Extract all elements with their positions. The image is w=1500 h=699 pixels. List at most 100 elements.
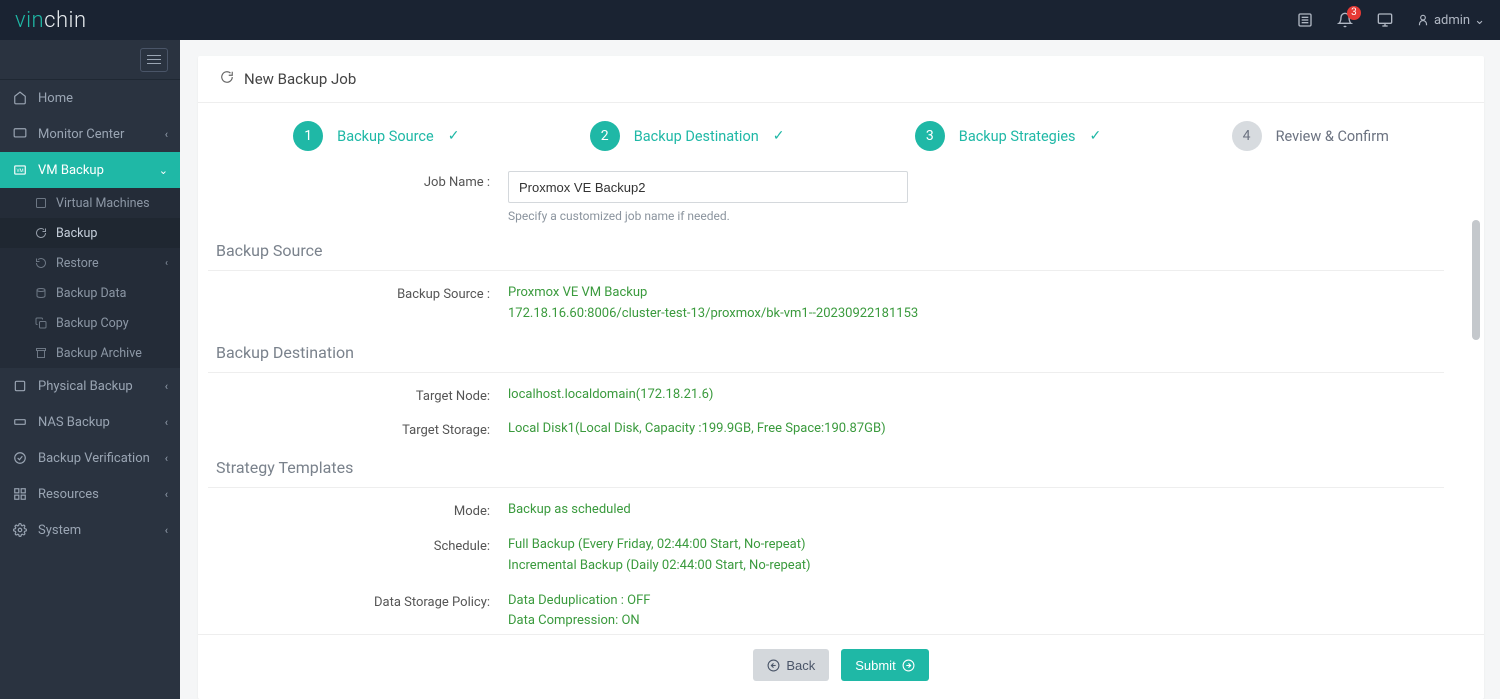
step-label: Backup Source xyxy=(337,128,434,145)
panel-header: New Backup Job xyxy=(198,56,1484,103)
sidebar-sub-label: Backup Copy xyxy=(56,316,129,331)
sidebar-sub-label: Backup Data xyxy=(56,286,126,301)
wizard-step-3[interactable]: 3 Backup Strategies ✓ xyxy=(915,121,1101,151)
vms-icon xyxy=(34,196,48,210)
submit-button[interactable]: Submit xyxy=(841,649,928,681)
resources-icon xyxy=(12,486,28,502)
submit-label: Submit xyxy=(855,658,895,673)
sidebar-item-label: Resources xyxy=(38,487,99,502)
sidebar-sub-backup[interactable]: Backup xyxy=(0,218,180,248)
verify-icon xyxy=(12,450,28,466)
row-source: Backup Source : Proxmox VE VM Backup 172… xyxy=(208,283,1444,325)
row-jobname: Job Name : Specify a customized job name… xyxy=(208,171,1444,223)
scrollbar[interactable] xyxy=(1470,220,1480,599)
physical-icon xyxy=(12,378,28,394)
hamburger-icon xyxy=(140,48,168,72)
check-icon: ✓ xyxy=(448,128,460,144)
sidebar-sub-backup-data[interactable]: Backup Data xyxy=(0,278,180,308)
refresh-icon[interactable] xyxy=(220,70,234,88)
back-label: Back xyxy=(786,658,815,673)
wizard-step-1[interactable]: 1 Backup Source ✓ xyxy=(293,121,459,151)
sidebar-item-monitor[interactable]: Monitor Center ‹ xyxy=(0,116,180,152)
main-area: New Backup Job 1 Backup Source ✓ 2 Backu… xyxy=(180,40,1500,699)
backup-icon xyxy=(34,226,48,240)
page-title: New Backup Job xyxy=(244,70,356,88)
value-target-storage: Local Disk1(Local Disk, Capacity :199.9G… xyxy=(508,419,1444,440)
label-storage-policy: Data Storage Policy: xyxy=(208,591,508,610)
value-source-2: 172.18.16.60:8006/cluster-test-13/proxmo… xyxy=(508,304,1444,325)
row-mode: Mode: Backup as scheduled xyxy=(208,500,1444,521)
sidebar-item-system[interactable]: System ‹ xyxy=(0,512,180,548)
value-schedule-1: Full Backup (Every Friday, 02:44:00 Star… xyxy=(508,535,1444,556)
user-menu[interactable]: admin ⌄ xyxy=(1416,13,1485,28)
chevron-left-icon: ‹ xyxy=(165,258,168,269)
sidebar-item-label: NAS Backup xyxy=(38,415,110,430)
sidebar-item-label: Home xyxy=(38,91,73,106)
step-number: 3 xyxy=(915,121,945,151)
step-number: 1 xyxy=(293,121,323,151)
back-button[interactable]: Back xyxy=(753,649,829,681)
row-storage-policy: Data Storage Policy: Data Deduplication … xyxy=(208,591,1444,634)
scrollbar-thumb[interactable] xyxy=(1472,220,1480,340)
sidebar-item-physical[interactable]: Physical Backup ‹ xyxy=(0,368,180,404)
step-label: Backup Strategies xyxy=(959,128,1076,145)
value-target-node: localhost.localdomain(172.18.21.6) xyxy=(508,385,1444,406)
sidebar-item-label: Backup Verification xyxy=(38,451,150,466)
sidebar-sub-label: Virtual Machines xyxy=(56,196,150,211)
row-target-storage: Target Storage: Local Disk1(Local Disk, … xyxy=(208,419,1444,440)
sidebar-sub-vms[interactable]: Virtual Machines xyxy=(0,188,180,218)
sidebar-item-label: VM Backup xyxy=(38,163,104,178)
gear-icon xyxy=(12,522,28,538)
chevron-left-icon: ‹ xyxy=(165,452,168,465)
label-jobname: Job Name : xyxy=(208,171,508,190)
row-target-node: Target Node: localhost.localdomain(172.1… xyxy=(208,385,1444,406)
label-schedule: Schedule: xyxy=(208,535,508,554)
value-schedule-2: Incremental Backup (Daily 02:44:00 Start… xyxy=(508,556,1444,577)
section-strategy: Strategy Templates xyxy=(208,454,1444,488)
sidebar-item-label: Physical Backup xyxy=(38,379,133,394)
list-icon[interactable] xyxy=(1296,11,1314,29)
wizard-step-4[interactable]: 4 Review & Confirm xyxy=(1232,121,1389,151)
jobname-input[interactable] xyxy=(508,171,908,203)
sidebar-sub-backup-archive[interactable]: Backup Archive xyxy=(0,338,180,368)
check-icon: ✓ xyxy=(1090,128,1102,144)
row-schedule: Schedule: Full Backup (Every Friday, 02:… xyxy=(208,535,1444,577)
svg-text:VM: VM xyxy=(17,168,24,174)
chevron-down-icon: ⌄ xyxy=(159,164,168,177)
bell-icon[interactable]: 3 xyxy=(1336,11,1354,29)
sidebar-toggle[interactable] xyxy=(0,40,180,80)
sidebar-sub-label: Backup Archive xyxy=(56,346,142,361)
value-source-1: Proxmox VE VM Backup xyxy=(508,283,1444,304)
sidebar-item-resources[interactable]: Resources ‹ xyxy=(0,476,180,512)
sidebar-item-home[interactable]: Home xyxy=(0,80,180,116)
sidebar-item-verification[interactable]: Backup Verification ‹ xyxy=(0,440,180,476)
step-label: Backup Destination xyxy=(634,128,759,145)
chevron-left-icon: ‹ xyxy=(165,128,168,141)
value-mode: Backup as scheduled xyxy=(508,500,1444,521)
chevron-left-icon: ‹ xyxy=(165,416,168,429)
label-mode: Mode: xyxy=(208,500,508,519)
sidebar-sub-label: Backup xyxy=(56,226,97,241)
copy-icon xyxy=(34,316,48,330)
label-source: Backup Source : xyxy=(208,283,508,302)
panel: New Backup Job 1 Backup Source ✓ 2 Backu… xyxy=(198,56,1484,699)
topbar: vinchin 3 admin ⌄ xyxy=(0,0,1500,40)
sidebar-item-label: System xyxy=(38,523,81,538)
sidebar-sub-label: Restore xyxy=(56,256,99,271)
sidebar-item-nas[interactable]: NAS Backup ‹ xyxy=(0,404,180,440)
jobname-hint: Specify a customized job name if needed. xyxy=(508,209,1444,223)
monitor-icon[interactable] xyxy=(1376,11,1394,29)
home-icon xyxy=(12,90,28,106)
chevron-left-icon: ‹ xyxy=(165,380,168,393)
sidebar-sub-restore[interactable]: Restore ‹ xyxy=(0,248,180,278)
data-icon xyxy=(34,286,48,300)
step-number: 4 xyxy=(1232,121,1262,151)
sidebar: Home Monitor Center ‹ VM VM Backup ⌄ Vir… xyxy=(0,40,180,699)
content-scroll[interactable]: Job Name : Specify a customized job name… xyxy=(198,163,1484,634)
monitor-center-icon xyxy=(12,126,28,142)
wizard-step-2[interactable]: 2 Backup Destination ✓ xyxy=(590,121,785,151)
sidebar-item-vmbackup[interactable]: VM VM Backup ⌄ xyxy=(0,152,180,188)
footer-actions: Back Submit xyxy=(198,634,1484,699)
sidebar-sub-backup-copy[interactable]: Backup Copy xyxy=(0,308,180,338)
chevron-left-icon: ‹ xyxy=(165,488,168,501)
